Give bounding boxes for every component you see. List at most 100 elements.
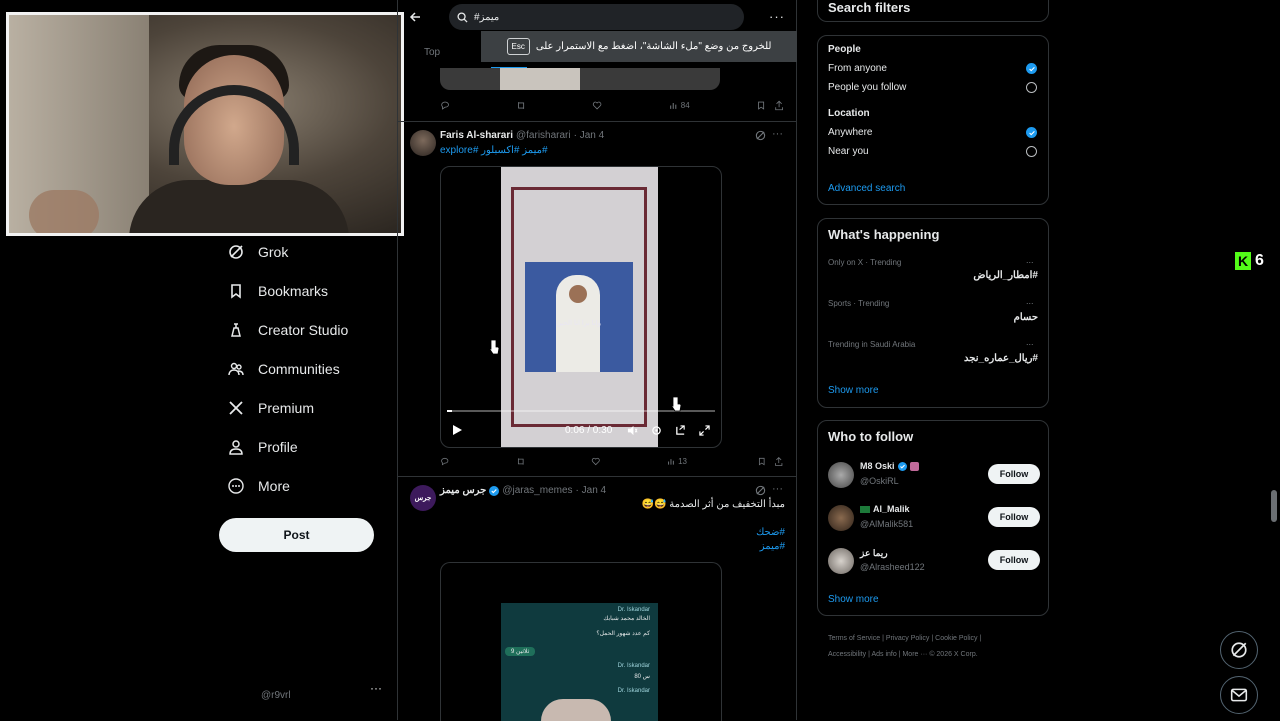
anywhere-radio[interactable] [1026, 127, 1037, 138]
reply-icon[interactable] [440, 456, 450, 467]
video-overlay-text: وانا برا انا الحين [555, 320, 602, 327]
messages-float-button[interactable] [1220, 676, 1258, 714]
from-anyone-radio[interactable] [1026, 63, 1037, 74]
author-name[interactable]: جرس ميمز [440, 485, 486, 496]
fullscreen-icon[interactable] [699, 425, 710, 436]
trend-more-icon[interactable]: ... [1026, 255, 1034, 265]
flag-icon [860, 505, 870, 513]
video-time: 0:06 / 0:30 [565, 425, 613, 436]
account-handle[interactable]: @r9vrl [261, 690, 291, 701]
search-more-icon[interactable]: ··· [769, 9, 785, 24]
trend-name[interactable]: #امطار_الرياض [878, 270, 1038, 281]
who-to-follow-card: Who to follow M8 Oski @OskiRL Follow Al_… [817, 420, 1049, 616]
footer-link[interactable]: Cookie Policy [935, 635, 977, 642]
views-icon[interactable] [667, 456, 677, 467]
share-icon[interactable] [774, 100, 784, 111]
footer-link[interactable]: Terms of Service [828, 635, 880, 642]
play-icon[interactable] [451, 424, 463, 436]
nav-item-grok[interactable]: Grok [228, 240, 288, 264]
creator-icon [231, 323, 241, 337]
volume-icon[interactable] [627, 425, 638, 436]
picture-in-picture-icon[interactable] [675, 425, 686, 436]
tweet-media-partial[interactable] [440, 68, 720, 90]
user-name[interactable]: Al_Malik [873, 504, 910, 514]
trend-more-icon[interactable]: ... [1026, 296, 1034, 306]
retweet-icon[interactable] [516, 456, 526, 467]
grok-icon [229, 245, 243, 259]
tweet-header: جرس ميمز @jaras_memes · Jan 4 [440, 485, 606, 496]
trend-more-icon[interactable]: ... [1026, 337, 1034, 347]
from-anyone-label[interactable]: From anyone [828, 63, 887, 74]
nav-item-profile[interactable]: Profile [228, 435, 298, 459]
footer-link[interactable]: Privacy Policy [886, 635, 930, 642]
post-button[interactable]: Post [219, 518, 374, 552]
chat-message: الخالد محمد شبابك [603, 616, 650, 622]
avatar[interactable] [828, 548, 854, 574]
back-arrow-icon[interactable] [409, 11, 421, 23]
search-input[interactable]: #ميمز [449, 4, 744, 30]
footer-link[interactable]: Ads info [871, 651, 896, 658]
avatar[interactable] [410, 130, 436, 156]
author-name[interactable]: Faris Al-sharari [440, 130, 513, 141]
like-icon[interactable] [591, 456, 601, 467]
footer-link[interactable]: Accessibility [828, 651, 866, 658]
nav-item-more[interactable]: More [228, 474, 290, 498]
who-to-follow-title: Who to follow [828, 429, 914, 444]
grok-icon [1231, 642, 1247, 658]
hashtag-link[interactable]: #ميمز [700, 541, 785, 552]
grok-icon[interactable] [755, 485, 766, 496]
tweet-more-icon[interactable]: ··· [772, 483, 783, 495]
nav-item-creator-studio[interactable]: Creator Studio [228, 318, 348, 342]
avatar[interactable] [828, 505, 854, 531]
footer-link[interactable]: More ··· [902, 651, 927, 658]
avatar[interactable]: جرس [410, 485, 436, 511]
tweet-more-icon[interactable]: ··· [772, 128, 783, 140]
follow-button[interactable]: Follow [988, 550, 1040, 570]
tweet-date[interactable]: · Jan 4 [576, 485, 607, 496]
views-icon[interactable] [669, 100, 679, 111]
tweet-media[interactable]: Dr. Iskandar الخالد محمد شبابك كم عدد شه… [440, 562, 722, 721]
nav-item-communities[interactable]: Communities [228, 357, 340, 381]
tweet-actions: 13 [440, 454, 784, 468]
verified-badge-icon [897, 461, 907, 471]
near-you-label[interactable]: Near you [828, 146, 869, 157]
anywhere-label[interactable]: Anywhere [828, 127, 872, 138]
account-more-icon[interactable]: ··· [370, 681, 382, 695]
user-name[interactable]: ريما عز [860, 548, 888, 559]
chat-message: س 80 [634, 674, 650, 680]
user-handle: @OskiRL [860, 476, 899, 486]
tweet-hashtags[interactable]: #ميمز #اكسبلور #explore [440, 145, 548, 156]
show-more-link[interactable]: Show more [828, 594, 879, 605]
share-icon[interactable] [774, 456, 784, 467]
retweet-icon[interactable] [516, 100, 526, 111]
hashtag-link[interactable]: #ضحك [700, 527, 785, 538]
follow-button[interactable]: Follow [988, 507, 1040, 527]
scrollbar-thumb[interactable] [1271, 490, 1277, 522]
people-you-follow-radio[interactable] [1026, 82, 1037, 93]
tab-top[interactable]: Top [424, 47, 440, 58]
tweet-date[interactable]: · Jan 4 [574, 130, 605, 141]
bookmark-action-icon[interactable] [757, 456, 767, 467]
author-handle[interactable]: @jaras_memes [502, 485, 572, 496]
grok-icon[interactable] [755, 130, 766, 141]
nav-item-premium[interactable]: Premium [228, 396, 314, 420]
user-name[interactable]: M8 Oski [860, 461, 895, 471]
divider [398, 121, 796, 122]
like-icon[interactable] [592, 100, 602, 111]
author-handle[interactable]: @farisharari [516, 130, 571, 141]
people-you-follow-label[interactable]: People you follow [828, 82, 906, 93]
grok-float-button[interactable] [1220, 631, 1258, 669]
trend-name[interactable]: حسام [878, 312, 1038, 323]
advanced-search-link[interactable]: Advanced search [828, 183, 905, 194]
settings-icon[interactable] [651, 425, 662, 436]
reply-icon[interactable] [440, 100, 450, 111]
check-icon [1028, 130, 1035, 135]
trend-name[interactable]: #ريال_عماره_نجد [878, 353, 1038, 364]
avatar[interactable] [828, 462, 854, 488]
bookmark-action-icon[interactable] [756, 100, 766, 111]
search-filters-card: People From anyone People you follow Loc… [817, 35, 1049, 205]
show-more-link[interactable]: Show more [828, 385, 879, 396]
follow-button[interactable]: Follow [988, 464, 1040, 484]
nav-item-bookmarks[interactable]: Bookmarks [228, 279, 328, 303]
near-you-radio[interactable] [1026, 146, 1037, 157]
